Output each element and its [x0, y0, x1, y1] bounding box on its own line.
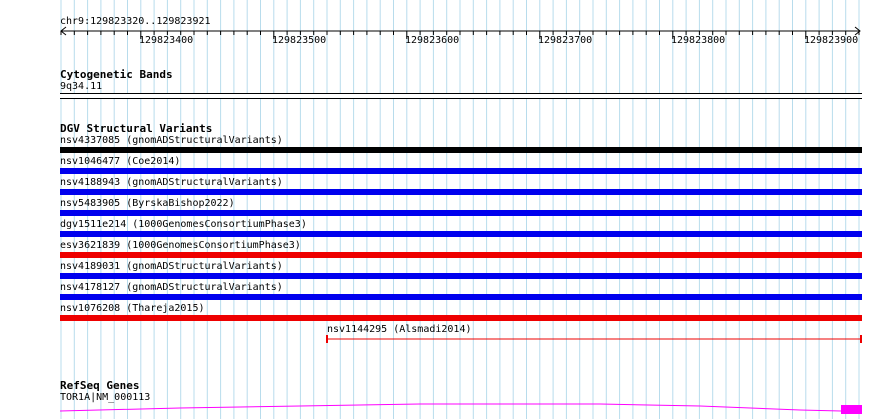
variant-bar[interactable] — [60, 168, 862, 174]
ruler-tick-label: 129823500 — [272, 35, 327, 46]
ruler-tick-label: 129823400 — [139, 35, 194, 46]
variant-label: esv3621839 (1000GenomesConsortiumPhase3) — [60, 240, 301, 251]
variant-label: nsv4178127 (gnomADStructuralVariants) — [60, 282, 283, 293]
ruler-tick-label: 129823900 — [804, 35, 859, 46]
gene-exon[interactable] — [841, 405, 862, 414]
variant-label: nsv1046477 (Coe2014) — [60, 156, 181, 167]
variant-label: nsv5483905 (ByrskaBishop2022) — [60, 198, 235, 209]
variant-label: nsv1076208 (Thareja2015) — [60, 303, 205, 314]
variant-bar[interactable] — [60, 315, 862, 321]
variant-label: nsv4337085 (gnomADStructuralVariants) — [60, 135, 283, 146]
dgv-track-title[interactable]: DGV Structural Variants — [60, 122, 212, 135]
ruler-tick-label: 129823800 — [671, 35, 726, 46]
refseq-track-title[interactable]: RefSeq Genes — [60, 379, 139, 392]
cytoband-label: 9q34.11 — [60, 81, 103, 92]
genome-browser-panel[interactable]: chr9:129823320..129823921 129823400 1298… — [0, 0, 890, 419]
variant-bar[interactable] — [60, 273, 862, 279]
ruler-tick-label: 129823600 — [405, 35, 460, 46]
variant-label: dgv1511e214 (1000GenomesConsortiumPhase3… — [60, 219, 307, 230]
cytoband-bar[interactable] — [60, 93, 862, 99]
variant-bar[interactable] — [60, 189, 862, 195]
variant-bar[interactable] — [60, 294, 862, 300]
gene-model[interactable] — [0, 400, 890, 419]
variant-span-line[interactable] — [326, 334, 864, 344]
variant-bar[interactable] — [60, 252, 862, 258]
variant-bar[interactable] — [60, 231, 862, 237]
variant-label: nsv4188943 (gnomADStructuralVariants) — [60, 177, 283, 188]
variant-bar[interactable] — [60, 210, 862, 216]
ruler-tick-label: 129823700 — [538, 35, 593, 46]
variant-label: nsv4189031 (gnomADStructuralVariants) — [60, 261, 283, 272]
variant-bar[interactable] — [60, 147, 862, 153]
cytoband-track-title[interactable]: Cytogenetic Bands — [60, 68, 173, 81]
